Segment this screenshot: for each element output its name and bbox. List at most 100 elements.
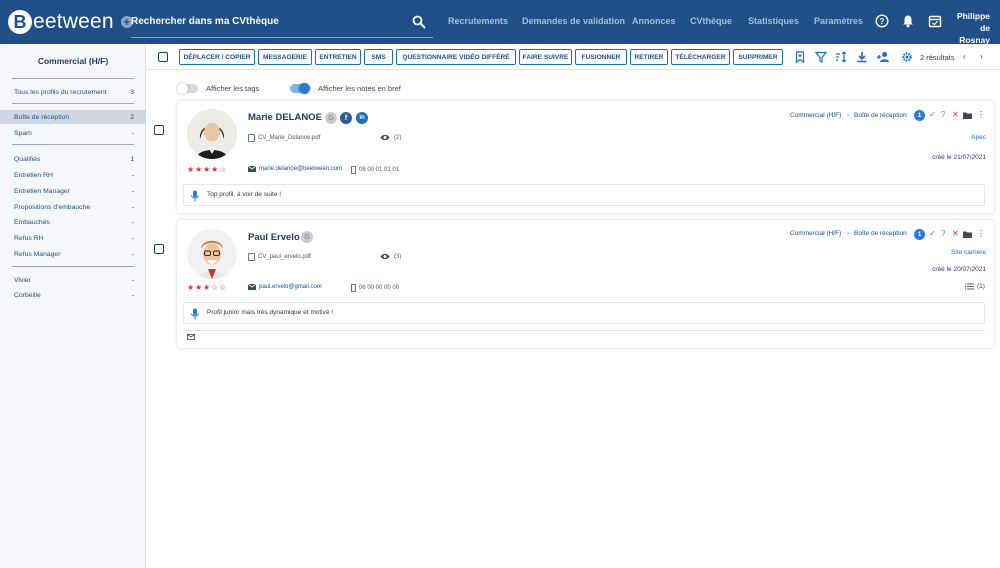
add-user-icon[interactable] xyxy=(876,51,890,63)
star-filled-icon[interactable]: ★ xyxy=(203,165,211,174)
star-empty-icon[interactable]: ☆ xyxy=(219,165,227,174)
nav-cvtheque[interactable]: CVthèque xyxy=(690,16,732,26)
messagerie-button[interactable]: MESSAGERIE xyxy=(258,49,312,65)
move-copy-button[interactable]: DÉPLACER / COPIER xyxy=(179,49,255,65)
check-icon[interactable]: ✓ xyxy=(929,229,936,238)
candidate-card[interactable]: Marie DELANOE G f in CV_Marie_Delanoe.pd… xyxy=(177,101,994,213)
star-filled-icon[interactable]: ★ xyxy=(203,283,211,292)
email-contact[interactable]: paul.ervelo@gmail.com xyxy=(248,284,322,290)
sidebar-item-refus-rh[interactable]: Refus RH - xyxy=(0,231,146,245)
user-menu[interactable]: Philippe de Rosnay xyxy=(952,10,990,46)
linkedin-icon[interactable]: in xyxy=(356,112,368,124)
candidate-source[interactable]: Apec xyxy=(877,134,986,141)
facebook-icon[interactable]: f xyxy=(340,112,352,124)
next-page-icon[interactable]: › xyxy=(980,52,983,61)
cv-file-link[interactable]: CV_Marie_Delanoe.pdf xyxy=(248,134,320,142)
google-icon[interactable]: G xyxy=(325,112,337,124)
star-filled-icon[interactable]: ★ xyxy=(187,283,195,292)
delete-button[interactable]: SUPPRIMER xyxy=(733,49,783,65)
nav-parametres[interactable]: Paramètres xyxy=(814,16,863,26)
sidebar-item-vivier[interactable]: Vivier - xyxy=(0,273,146,287)
show-notes-toggle[interactable] xyxy=(290,83,310,94)
email-contact[interactable]: marie.delanoe@beetween.com xyxy=(248,166,342,172)
search-input[interactable]: Rechercher dans ma CVthèque xyxy=(131,12,433,38)
beetween-logo[interactable]: B eetween + xyxy=(8,10,133,34)
question-icon[interactable]: ? xyxy=(941,110,945,119)
star-filled-icon[interactable]: ★ xyxy=(195,283,203,292)
select-all-checkbox[interactable] xyxy=(158,52,168,62)
filter-icon[interactable] xyxy=(815,51,827,63)
sidebar-item-embauches[interactable]: Embauchés - xyxy=(0,215,146,229)
video-questionnaire-button[interactable]: QUESTIONNAIRE VIDÉO DIFFÉRÉ xyxy=(396,49,516,65)
candidate-checkbox[interactable] xyxy=(154,125,164,135)
nav-demandes-validation[interactable]: Demandes de validation xyxy=(522,16,625,26)
candidate-card[interactable]: Paul Ervelo G CV_paul_ervelo.pdf (3) ★★★… xyxy=(177,220,994,348)
sidebar-item-refus-manager[interactable]: Refus Manager - xyxy=(0,247,146,261)
download-button[interactable]: TÉLÉCHARGER xyxy=(671,49,730,65)
microphone-icon[interactable] xyxy=(190,308,200,320)
stage-link[interactable]: Boîte de réception xyxy=(854,230,907,237)
rating-stars[interactable]: ★★★★☆ xyxy=(187,165,227,174)
notification-badge[interactable]: 1 xyxy=(914,110,925,121)
tasks-indicator[interactable]: (1) xyxy=(965,283,985,290)
remove-button[interactable]: RETIRER xyxy=(630,49,668,65)
help-icon[interactable]: ? xyxy=(875,14,889,28)
candidate-checkbox[interactable] xyxy=(154,244,164,254)
sidebar-item-corbeille[interactable]: Corbeille - xyxy=(0,288,146,302)
sidebar-item-entretien-manager[interactable]: Entretien Manager - xyxy=(0,184,146,198)
job-link[interactable]: Commercial (H/F) xyxy=(790,112,841,119)
bookmark-add-icon[interactable] xyxy=(794,51,806,63)
folder-icon[interactable] xyxy=(963,231,972,238)
question-icon[interactable]: ? xyxy=(941,229,945,238)
settings-icon[interactable] xyxy=(901,51,913,63)
more-options-icon[interactable]: ⋮ xyxy=(977,229,985,238)
merge-button[interactable]: FUSIONNER xyxy=(575,49,627,65)
sidebar-item-tous-les-profils[interactable]: Tous les profils du recrutement 3 xyxy=(0,85,146,99)
previous-page-icon[interactable]: ‹ xyxy=(963,52,966,61)
sidebar-item-entretien-rh[interactable]: Entretien RH - xyxy=(0,168,146,182)
google-icon[interactable]: G xyxy=(301,231,313,243)
candidate-name[interactable]: Marie DELANOE xyxy=(248,112,322,123)
phone-contact[interactable]: 06 00 00 00 00 xyxy=(351,284,399,292)
phone-contact[interactable]: 08 00 01 01 01 xyxy=(351,166,399,174)
star-empty-icon[interactable]: ☆ xyxy=(211,283,219,292)
folder-icon[interactable] xyxy=(963,112,972,119)
microphone-icon[interactable] xyxy=(190,190,200,202)
stage-link[interactable]: Boîte de réception xyxy=(854,112,907,119)
nav-recrutements[interactable]: Recrutements xyxy=(448,16,508,26)
sidebar-item-spam[interactable]: Spam - xyxy=(0,126,146,140)
entretien-button[interactable]: ENTRETIEN xyxy=(315,49,361,65)
nav-annonces[interactable]: Annonces xyxy=(632,16,676,26)
star-filled-icon[interactable]: ★ xyxy=(187,165,195,174)
message-icon[interactable] xyxy=(187,334,195,340)
show-tags-toggle[interactable] xyxy=(177,83,198,94)
reject-icon[interactable]: ✕ xyxy=(952,110,959,119)
calendar-icon[interactable] xyxy=(928,14,942,28)
check-icon[interactable]: ✓ xyxy=(929,110,936,119)
sidebar-item-boite-de-reception[interactable]: Boîte de réception 2 xyxy=(0,110,146,124)
job-link[interactable]: Commercial (H/F) xyxy=(790,230,841,237)
logo-badge: B xyxy=(8,10,32,34)
more-options-icon[interactable]: ⋮ xyxy=(977,110,985,119)
rating-stars[interactable]: ★★★☆☆ xyxy=(187,283,227,292)
sidebar-item-qualifies[interactable]: Qualifiés 1 xyxy=(0,152,146,166)
sort-icon[interactable] xyxy=(835,51,847,63)
divider xyxy=(183,330,985,331)
candidate-source[interactable]: Site carrière xyxy=(877,249,986,256)
star-filled-icon[interactable]: ★ xyxy=(211,165,219,174)
nav-statistiques[interactable]: Statistiques xyxy=(748,16,799,26)
quick-note[interactable]: Profil junior mais très dynamique et mot… xyxy=(183,302,985,324)
forward-button[interactable]: FAIRE SUIVRE xyxy=(519,49,572,65)
download-icon[interactable] xyxy=(856,51,868,63)
bell-icon[interactable] xyxy=(901,14,915,28)
reject-icon[interactable]: ✕ xyxy=(952,229,959,238)
quick-note[interactable]: Top profil, à voir de suite ! xyxy=(183,184,985,206)
search-icon[interactable] xyxy=(412,15,426,29)
star-filled-icon[interactable]: ★ xyxy=(195,165,203,174)
sidebar-item-propositions-embauche[interactable]: Propositions d'embauche - xyxy=(0,200,146,214)
star-empty-icon[interactable]: ☆ xyxy=(219,283,227,292)
notification-badge[interactable]: 1 xyxy=(914,229,925,240)
cv-file-link[interactable]: CV_paul_ervelo.pdf xyxy=(248,253,311,261)
candidate-name[interactable]: Paul Ervelo xyxy=(248,232,300,243)
sms-button[interactable]: SMS xyxy=(364,49,393,65)
